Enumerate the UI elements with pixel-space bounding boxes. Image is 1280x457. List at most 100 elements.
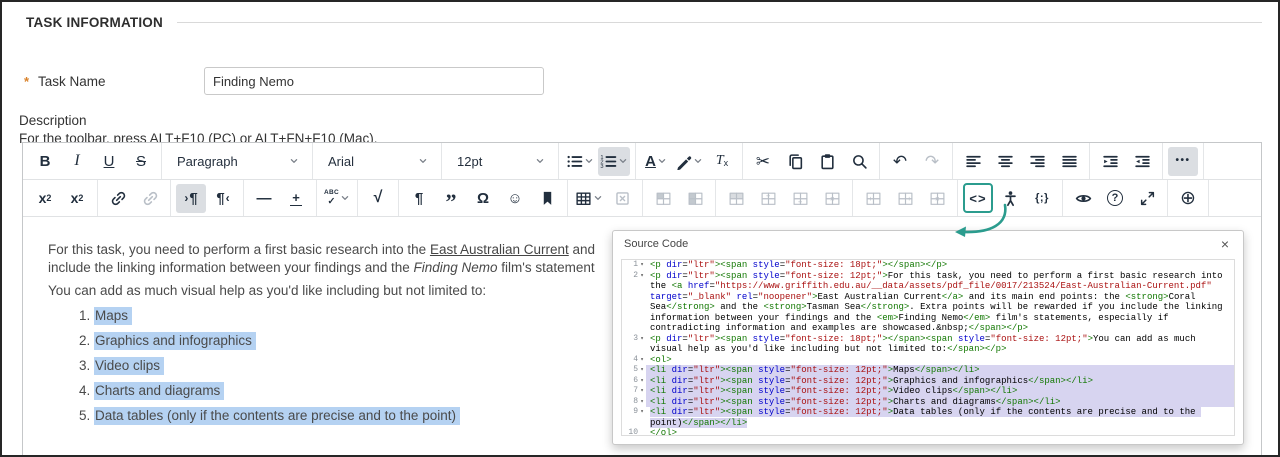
line-number-gutter: 10 bbox=[622, 428, 646, 435]
insert-row-above-button[interactable]: + bbox=[753, 184, 783, 213]
code-line[interactable]: 2 ▾ <p dir="ltr"><span style="font-size: 1… bbox=[622, 271, 1234, 334]
fold-marker-icon[interactable]: ▾ bbox=[638, 386, 646, 397]
superscript-button[interactable]: x2 bbox=[30, 184, 60, 213]
code-line[interactable]: 7 ▾ <li dir="ltr"><span style="font-size: … bbox=[622, 386, 1234, 397]
source-code-panel: Source Code × 1 ▾ <p dir="ltr"><span style… bbox=[612, 230, 1244, 445]
fold-marker-icon[interactable]: ▾ bbox=[638, 376, 646, 387]
fold-marker-icon[interactable]: ▾ bbox=[638, 271, 646, 334]
justify-button[interactable] bbox=[1054, 147, 1084, 176]
paragraph-format-select[interactable]: Paragraph bbox=[168, 147, 306, 176]
task-name-input[interactable] bbox=[204, 67, 544, 95]
code-sample-button[interactable]: {;} bbox=[1027, 184, 1057, 213]
subscript-button[interactable]: x2 bbox=[62, 184, 92, 213]
page-title: TASK INFORMATION bbox=[26, 15, 163, 30]
toolbar-group: ••• bbox=[1163, 143, 1204, 179]
highlight-color-button[interactable] bbox=[673, 147, 705, 176]
toolbar-group: ABC ✓ bbox=[317, 180, 358, 216]
line-number-gutter: 3 ▾ bbox=[622, 334, 646, 355]
inline-link[interactable]: East Australian Current bbox=[430, 242, 569, 257]
code-line[interactable]: 3 ▾ <p dir="ltr"><span style="font-size: 1… bbox=[622, 334, 1234, 355]
text-run: film's statement bbox=[497, 259, 595, 275]
font-size-select[interactable]: 12pt bbox=[448, 147, 552, 176]
fullscreen-button[interactable] bbox=[1132, 184, 1162, 213]
accessibility-checker-button[interactable] bbox=[995, 184, 1025, 213]
indent-button[interactable] bbox=[1095, 147, 1125, 176]
redo-button[interactable]: ↷ bbox=[917, 147, 947, 176]
fold-marker-icon[interactable]: ▾ bbox=[638, 407, 646, 428]
source-code-editor[interactable]: 1 ▾ <p dir="ltr"><span style="font-size: 1… bbox=[621, 259, 1235, 436]
fold-marker-icon[interactable]: ▾ bbox=[638, 397, 646, 408]
underline-button[interactable]: U bbox=[94, 147, 124, 176]
insert-table-button[interactable] bbox=[573, 184, 605, 213]
fold-marker-icon[interactable]: ▾ bbox=[638, 260, 646, 271]
paste-button[interactable] bbox=[812, 147, 842, 176]
close-icon[interactable]: × bbox=[1217, 235, 1233, 253]
preview-button[interactable] bbox=[1068, 184, 1098, 213]
toolbar-group: ¶” Ω ☺ bbox=[399, 180, 568, 216]
code-line[interactable]: 4 ▾ <ol> bbox=[622, 355, 1234, 366]
cell-properties-button[interactable] bbox=[648, 184, 678, 213]
task-information-page: TASK INFORMATION * Task Name Description… bbox=[0, 0, 1280, 457]
search-button[interactable] bbox=[844, 147, 874, 176]
cut-button[interactable]: ✂ bbox=[748, 147, 778, 176]
font-family-select[interactable]: Arial bbox=[319, 147, 435, 176]
source-code-panel-header[interactable]: Source Code × bbox=[613, 231, 1243, 258]
code-line[interactable]: 6 ▾ <li dir="ltr"><span style="font-size: … bbox=[622, 375, 1234, 387]
code-line[interactable]: 10 </ol> bbox=[622, 428, 1234, 435]
horizontal-rule-button[interactable]: — bbox=[249, 184, 279, 213]
paragraph-marks-button[interactable]: ¶ bbox=[404, 184, 434, 213]
code-line[interactable]: 8 ▾ <li dir="ltr"><span style="font-size: … bbox=[622, 396, 1234, 408]
delete-row-button[interactable]: × bbox=[817, 184, 847, 213]
fold-marker-icon[interactable]: ▾ bbox=[638, 355, 646, 366]
fold-marker-icon[interactable]: ▾ bbox=[638, 334, 646, 355]
page-break-button[interactable]: + bbox=[281, 184, 311, 213]
outdent-button[interactable] bbox=[1127, 147, 1157, 176]
insert-column-right-button[interactable]: + bbox=[890, 184, 920, 213]
source-code-button[interactable]: <> bbox=[963, 183, 993, 213]
delete-column-button[interactable]: × bbox=[922, 184, 952, 213]
insert-link-button[interactable] bbox=[103, 184, 133, 213]
toolbar-group bbox=[643, 180, 716, 216]
insert-row-below-button[interactable]: + bbox=[785, 184, 815, 213]
svg-text:3: 3 bbox=[600, 164, 603, 170]
emoticons-button[interactable]: ☺ bbox=[500, 184, 530, 213]
insert-column-left-button[interactable]: + bbox=[858, 184, 888, 213]
bold-button[interactable]: B bbox=[30, 147, 60, 176]
code-line[interactable]: 9 ▾ <li dir="ltr"><span style="font-size: … bbox=[622, 407, 1234, 428]
code-line[interactable]: 1 ▾ <p dir="ltr"><span style="font-size: 1… bbox=[622, 260, 1234, 271]
toolbar-group: ✂ bbox=[743, 143, 880, 179]
align-left-button[interactable] bbox=[958, 147, 988, 176]
math-editor-button[interactable]: √ bbox=[363, 184, 393, 213]
strikethrough-button[interactable]: S bbox=[126, 147, 156, 176]
text-color-button[interactable]: A bbox=[641, 147, 671, 176]
blockquote-button[interactable]: ” bbox=[436, 184, 466, 213]
align-right-button[interactable] bbox=[1022, 147, 1052, 176]
align-center-button[interactable] bbox=[990, 147, 1020, 176]
row-properties-button[interactable] bbox=[721, 184, 751, 213]
delete-table-button[interactable] bbox=[607, 184, 637, 213]
clear-formatting-button[interactable]: Tx bbox=[707, 147, 737, 176]
rtl-paragraph-button[interactable]: ¶ ‹ bbox=[208, 184, 238, 213]
ltr-paragraph-button[interactable]: › ¶ bbox=[176, 183, 206, 213]
help-button[interactable]: ? bbox=[1100, 184, 1130, 213]
fold-marker-icon[interactable]: ▾ bbox=[638, 365, 646, 376]
toolbar-row-2: x 2 x 2 › ¶ ¶ ‹ — + ABC ✓ √ ¶” Ω ☺ + + × + + × <> {;}? ⊕ bbox=[23, 180, 1261, 217]
fold-marker-icon[interactable] bbox=[638, 428, 646, 435]
more-options-button[interactable]: ••• bbox=[1168, 146, 1198, 176]
unordered-list-button[interactable] bbox=[564, 147, 596, 176]
copy-button[interactable] bbox=[780, 147, 810, 176]
anchor-button[interactable] bbox=[532, 184, 562, 213]
ordered-list-button[interactable]: 123 bbox=[598, 146, 630, 176]
remove-link-button[interactable] bbox=[135, 184, 165, 213]
spellcheck-button[interactable]: ABC ✓ bbox=[322, 184, 352, 213]
toolbar-group bbox=[98, 180, 171, 216]
code-line[interactable]: 5 ▾ <li dir="ltr"><span style="font-size: … bbox=[622, 365, 1234, 376]
add-content-button[interactable]: ⊕ bbox=[1173, 184, 1203, 213]
merge-cells-button[interactable] bbox=[680, 184, 710, 213]
special-character-button[interactable]: Ω bbox=[468, 184, 498, 213]
svg-text:×: × bbox=[935, 194, 940, 203]
undo-button[interactable]: ↶ bbox=[885, 147, 915, 176]
line-number-gutter: 9 ▾ bbox=[622, 407, 646, 428]
section-divider bbox=[176, 22, 1262, 23]
italic-button[interactable]: I bbox=[62, 147, 92, 176]
